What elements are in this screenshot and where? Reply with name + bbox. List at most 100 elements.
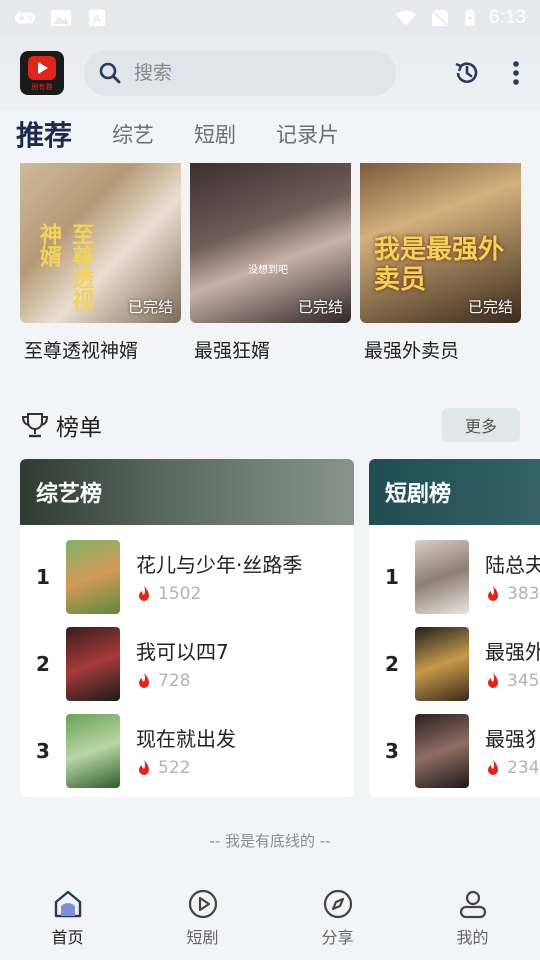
ranking-carousel[interactable]: 综艺榜 1 花儿与少年·丝路季 1502 2 我可以四7 728 3 现在就出发… [20,459,540,799]
status-badge: 已完结 [467,298,513,316]
battery-charging-icon [465,9,475,27]
hot-count: 522 [136,758,236,778]
more-button[interactable]: 更多 [442,408,520,442]
ranking-info: 最强外 345 [485,636,540,691]
ranking-info: 最强犭 234 [485,723,540,778]
nav-label: 短剧 [186,928,219,947]
status-bar: A 6:13 [0,0,540,36]
nav-label: 我的 [456,928,489,947]
ranking-thumbnail [66,626,120,701]
flame-icon [488,586,498,601]
trophy-icon [21,413,49,438]
ranking-info: 我可以四7 728 [136,636,229,691]
flame-icon [488,760,498,775]
ranking-card-variety[interactable]: 综艺榜 1 花儿与少年·丝路季 1502 2 我可以四7 728 3 现在就出发… [20,459,354,797]
flame-icon [139,673,149,688]
gamepad-icon [14,12,36,24]
status-badge: 已完结 [127,298,173,316]
ranking-list: 1 花儿与少年·丝路季 1502 2 我可以四7 728 3 现在就出发 522 [20,525,354,794]
top-actions [452,58,520,88]
rank-number: 2 [36,651,50,676]
nav-profile[interactable]: 我的 [405,876,540,960]
status-badge: 已完结 [297,298,343,316]
ranking-item-title: 我可以四7 [136,640,229,664]
ranking-row[interactable]: 2 我可以四7 728 [20,620,354,707]
hot-value: 1502 [158,584,202,604]
bottom-nav: 首页 短剧 分享 我的 [0,876,540,960]
drama-poster: 至尊透视神婿 已完结 [20,163,181,323]
history-icon[interactable] [452,58,482,88]
nav-short-drama[interactable]: 短剧 [135,876,270,960]
poster-title-art: 至尊透视神婿 [36,223,93,311]
ranking-item-title: 陆总夫 [485,553,540,577]
font-icon: A [88,9,106,27]
ranking-row[interactable]: 3 现在就出发 522 [20,707,354,794]
ranking-thumbnail [415,713,469,788]
tab-short-drama[interactable]: 短剧 [194,119,236,149]
ranking-title: 榜单 [56,415,102,441]
play-logo-icon [28,56,56,80]
rank-number: 3 [385,738,399,763]
hot-value: 522 [158,758,191,778]
ranking-thumbnail [415,539,469,614]
ranking-thumbnail [415,626,469,701]
ranking-card-title: 短剧榜 [369,459,540,525]
rank-number: 1 [385,564,399,589]
ranking-card-short-drama[interactable]: 短剧榜 1 陆总夫 383 2 最强外 345 3 最强犭 234 [369,459,540,797]
ranking-info: 现在就出发 522 [136,723,236,778]
app-logo[interactable]: 剧有趣 [20,51,64,95]
ranking-row[interactable]: 3 最强犭 234 [369,707,540,794]
drama-card[interactable]: 至尊透视神婿 已完结 至尊透视神婿 [20,163,181,363]
tab-documentary[interactable]: 记录片 [276,119,339,149]
poster-title-art: 我是最强外卖员 [374,235,505,295]
search-bar[interactable] [84,50,396,96]
drama-title: 至尊透视神婿 [24,340,139,362]
ranking-item-title: 花儿与少年·丝路季 [136,553,303,577]
drama-card[interactable]: 没想到吧 已完结 最强狂婿 [190,163,351,363]
nav-share[interactable]: 分享 [270,876,405,960]
ranking-header: 榜单 更多 [20,405,520,445]
status-right: 6:13 [395,7,526,29]
flame-icon [139,586,149,601]
more-vert-icon[interactable] [512,60,520,86]
image-icon [51,10,71,26]
end-of-list-note: -- 我是有底线的 -- [209,832,331,850]
tab-recommend[interactable]: 推荐 [16,114,72,154]
hot-count: 234 [485,758,540,778]
hot-value: 383 [507,584,540,604]
drama-grid: 至尊透视神婿 已完结 至尊透视神婿 没想到吧 已完结 最强狂婿 我是最强外卖员 … [20,163,521,363]
tab-variety[interactable]: 综艺 [112,119,154,149]
svg-text:A: A [93,14,101,26]
search-input[interactable] [134,62,354,84]
flame-icon [139,760,149,775]
rank-number: 2 [385,651,399,676]
nav-label: 分享 [321,928,354,947]
compass-icon [323,889,352,919]
hot-count: 383 [485,584,540,604]
nav-home[interactable]: 首页 [0,876,135,960]
ranking-info: 花儿与少年·丝路季 1502 [136,549,302,604]
user-icon [459,890,486,919]
ranking-item-title: 现在就出发 [136,727,236,751]
flame-icon [488,673,498,688]
category-tabs: 推荐 综艺 短剧 记录片 [0,110,540,158]
drama-poster: 我是最强外卖员 已完结 [360,163,521,323]
drama-poster: 没想到吧 已完结 [190,163,351,323]
nav-label: 首页 [51,928,84,947]
ranking-thumbnail [66,539,120,614]
ranking-info: 陆总夫 383 [485,549,540,604]
status-time: 6:13 [489,7,526,28]
ranking-row[interactable]: 1 陆总夫 383 [369,533,540,620]
hot-value: 234 [507,758,540,778]
ranking-item-title: 最强犭 [485,727,540,751]
hot-value: 345 [507,671,540,691]
ranking-card-title: 综艺榜 [20,459,354,525]
rank-number: 1 [36,564,50,589]
drama-card[interactable]: 我是最强外卖员 已完结 最强外卖员 [360,163,521,363]
wifi-icon [395,10,417,26]
ranking-row[interactable]: 1 花儿与少年·丝路季 1502 [20,533,354,620]
ranking-row[interactable]: 2 最强外 345 [369,620,540,707]
poster-caption: 没想到吧 [248,265,288,276]
ranking-thumbnail [66,713,120,788]
no-sim-icon [431,9,449,27]
